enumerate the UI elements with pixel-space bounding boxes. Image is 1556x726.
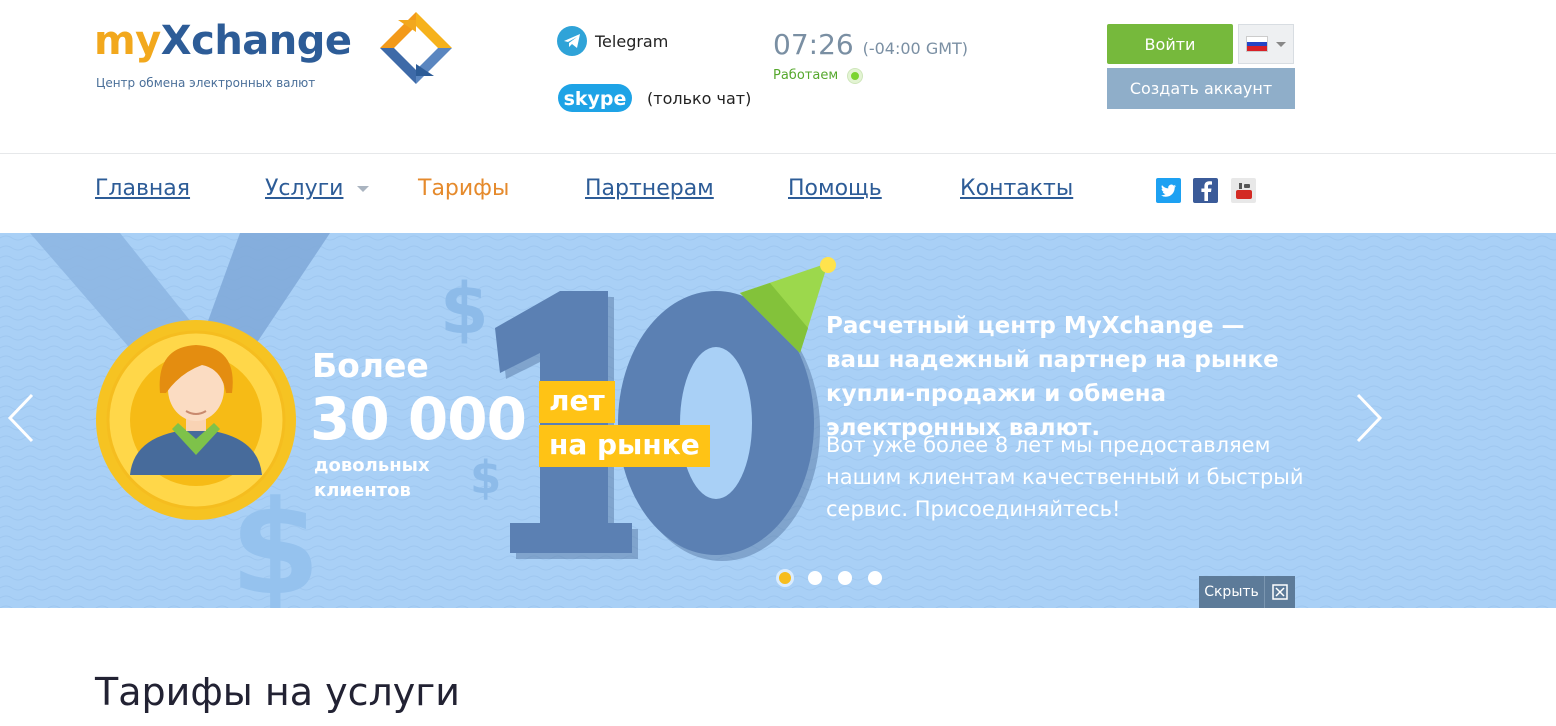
- skype-icon: skype: [558, 84, 632, 112]
- banner-client-count: 30 000: [310, 385, 527, 453]
- login-button[interactable]: Войти: [1107, 24, 1233, 64]
- main-nav: Главная Услуги Тарифы Партнерам Помощь К…: [0, 176, 1556, 216]
- youtube-icon[interactable]: [1231, 178, 1256, 203]
- twitter-icon[interactable]: [1156, 178, 1181, 203]
- slider-pagination: [776, 569, 882, 587]
- chevron-down-icon: [357, 186, 370, 192]
- header-divider: [0, 153, 1556, 154]
- slider-dot[interactable]: [808, 571, 822, 585]
- logo-subtitle: Центр обмена электронных валют: [96, 76, 316, 90]
- svg-text:$: $: [440, 268, 489, 350]
- logo[interactable]: myXchange Центр обмена электронных валют: [94, 12, 464, 98]
- nav-services-label: Услуги: [265, 176, 344, 201]
- clock-time: 07:26: [773, 28, 854, 61]
- work-status: Работаем: [773, 68, 863, 83]
- telegram-label: Telegram: [595, 31, 669, 51]
- slider-dot[interactable]: [838, 571, 852, 585]
- skype-wordmark: skype: [564, 88, 627, 110]
- nav-contacts[interactable]: Контакты: [960, 176, 1073, 201]
- banner-more: Более: [312, 346, 429, 385]
- hide-banner-label: Скрыть: [1204, 584, 1259, 600]
- slider-next-arrow-icon[interactable]: [1354, 393, 1384, 443]
- nav-tariffs[interactable]: Тарифы: [418, 176, 509, 201]
- nav-partners[interactable]: Партнерам: [585, 176, 714, 201]
- online-indicator-icon: [848, 68, 863, 83]
- skype-note: (только чат): [647, 88, 752, 108]
- banner-tag-market: на рынке: [539, 425, 710, 467]
- banner-illustration: $ $ $: [0, 233, 1556, 608]
- page-title: Тарифы на услуги: [95, 670, 460, 714]
- skype-contact[interactable]: skype (только чат): [557, 82, 751, 114]
- svg-text:$: $: [470, 451, 501, 504]
- facebook-icon[interactable]: [1193, 178, 1218, 203]
- banner-tag-years: лет: [539, 381, 615, 423]
- promo-slider: $ $ $ Более 30 000 довольных клиентов ле…: [0, 233, 1556, 608]
- logo-wordmark: myXchange: [94, 18, 352, 64]
- nav-help[interactable]: Помощь: [788, 176, 882, 201]
- clock: 07:26 (-04:00 GMT): [773, 28, 968, 61]
- russian-flag-icon: [1246, 36, 1268, 52]
- create-account-button[interactable]: Создать аккаунт: [1107, 68, 1295, 109]
- slider-dot[interactable]: [776, 569, 794, 587]
- language-selector[interactable]: [1238, 24, 1294, 64]
- banner-text: Вот уже более 8 лет мы предоставляем наш…: [826, 433, 1304, 521]
- slider-dot[interactable]: [868, 571, 882, 585]
- hide-banner-button[interactable]: Скрыть: [1199, 576, 1295, 608]
- status-label: Работаем: [773, 68, 839, 83]
- banner-headline: Расчетный центр MyXchange — ваш надежный…: [826, 313, 1279, 441]
- chevron-down-icon: [1276, 41, 1286, 47]
- telegram-contact[interactable]: Telegram: [557, 26, 668, 56]
- banner-clients-label: довольных клиентов: [314, 455, 430, 501]
- collapse-icon: [1264, 576, 1295, 608]
- exchange-logo-icon: [380, 12, 452, 84]
- nav-home[interactable]: Главная: [95, 176, 190, 201]
- nav-services[interactable]: Услуги: [265, 176, 370, 201]
- site-header: myXchange Центр обмена электронных валют…: [0, 0, 1556, 153]
- slider-prev-arrow-icon[interactable]: [6, 393, 36, 443]
- telegram-icon: [557, 26, 587, 56]
- clock-timezone: (-04:00 GMT): [862, 39, 969, 58]
